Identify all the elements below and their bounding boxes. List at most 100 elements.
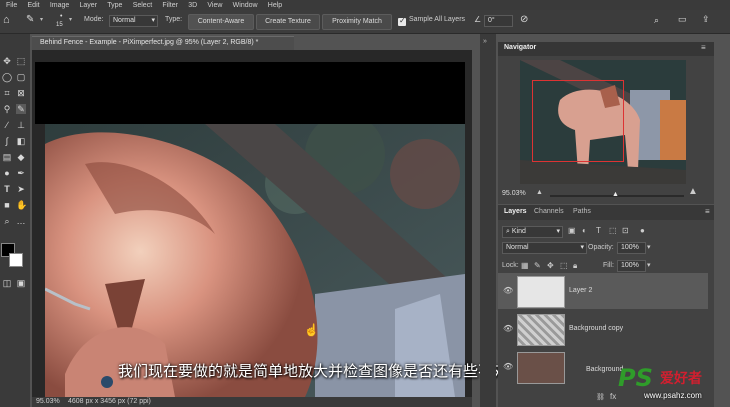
site-watermark: PS 爱好者 www.psahz.com <box>618 364 728 404</box>
zoom-slider-thumb[interactable]: ▲ <box>612 191 619 198</box>
zoom-in-icon[interactable]: ▲ <box>688 186 698 197</box>
blend-mode-value: Normal <box>506 244 529 251</box>
document-tab[interactable]: Behind Fence - Example - PiXimperfect.jp… <box>32 36 294 51</box>
sample-all-layers-label: Sample All Layers <box>409 16 466 23</box>
angle-field[interactable]: 0° <box>484 15 513 27</box>
layer-thumbnail <box>517 276 565 308</box>
opacity-chevron-icon[interactable]: ▾ <box>647 243 651 251</box>
filter-adjustment-icon[interactable]: ◐ <box>582 226 587 235</box>
lock-label: Lock: <box>502 262 519 269</box>
layer-name[interactable]: Background copy <box>569 325 623 332</box>
opacity-field[interactable]: 100% <box>617 242 646 254</box>
eraser-tool-icon[interactable]: ◧ <box>16 136 26 146</box>
document-image[interactable] <box>45 124 465 397</box>
add-layer-style-icon[interactable]: fx <box>610 392 616 401</box>
opacity-value: 100% <box>621 244 639 251</box>
filter-toggle-icon[interactable]: ● <box>640 226 645 235</box>
eye-icon[interactable]: 👁︎ <box>503 362 513 371</box>
navigator-view-box[interactable] <box>532 80 624 162</box>
create-texture-button[interactable]: Create Texture <box>256 14 320 30</box>
content-aware-button[interactable]: Content-Aware <box>188 14 254 30</box>
opacity-label: Opacity: <box>588 244 614 251</box>
tab-channels[interactable]: Channels <box>534 208 564 215</box>
zoom-tool-icon[interactable]: ⌕ <box>2 216 12 226</box>
tab-paths[interactable]: Paths <box>573 208 591 215</box>
background-color-swatch[interactable] <box>9 253 23 267</box>
pen-tool-icon[interactable]: ✒ <box>16 168 26 178</box>
tool-preset-chevron-icon[interactable]: ▾ <box>40 16 43 23</box>
options-bar: ⌂ ✎ ▾ 15 • ▾ Mode: Normal ▾ Type: Conten… <box>0 10 730 34</box>
eye-icon[interactable]: 👁︎ <box>503 286 513 295</box>
type-tool-icon[interactable]: T <box>2 184 12 194</box>
navigator-header: Navigator ≡ <box>498 42 714 56</box>
quick-mask-icon[interactable]: ◫ <box>2 278 12 288</box>
dog-photo-illustration <box>45 124 465 397</box>
angle-value: 0° <box>488 17 495 24</box>
brush-size-value[interactable]: 15 <box>56 22 63 28</box>
filter-pixel-icon[interactable]: ▣ <box>568 226 576 235</box>
rectangle-tool-icon[interactable]: ■ <box>2 200 12 210</box>
lock-position-icon[interactable]: ✥ <box>547 261 554 270</box>
mode-select[interactable]: Normal ▾ <box>109 15 158 27</box>
brush-tool-icon[interactable]: ∕ <box>2 120 12 130</box>
blend-mode-select[interactable]: Normal ▾ <box>502 242 587 254</box>
share-icon[interactable]: ⇪ <box>702 14 710 25</box>
brush-picker-chevron-icon[interactable]: ▾ <box>69 16 72 23</box>
layers-panel-menu-icon[interactable]: ≡ <box>705 207 710 216</box>
layer-link-icon[interactable]: ⛓ <box>596 393 605 401</box>
lock-artboard-icon[interactable]: ⬚ <box>560 261 568 270</box>
panel-menu-icon[interactable]: ≡ <box>701 43 706 52</box>
navigator-thumbnail[interactable] <box>520 60 686 184</box>
artboard-tool-icon[interactable]: ⬚ <box>16 56 26 66</box>
eye-icon[interactable]: 👁︎ <box>503 324 513 333</box>
layer-filter-kind[interactable]: ⌕ Kind ▾ <box>502 226 563 238</box>
document-tab-title: Behind Fence - Example - PiXimperfect.jp… <box>40 39 259 46</box>
marquee-tool-icon[interactable]: ▢ <box>16 72 26 82</box>
search-icon[interactable]: ⌕ <box>654 15 659 26</box>
mode-select-value: Normal <box>113 17 136 24</box>
lock-image-icon[interactable]: ✎ <box>534 261 541 270</box>
navigator-title[interactable]: Navigator <box>504 44 536 51</box>
path-selection-tool-icon[interactable]: ➤ <box>16 184 26 194</box>
chevron-down-icon: ▾ <box>151 17 155 24</box>
fill-chevron-icon[interactable]: ▾ <box>647 261 651 269</box>
healing-brush-tool-icon[interactable]: ✎ <box>26 14 34 25</box>
proximity-match-button[interactable]: Proximity Match <box>322 14 392 30</box>
navigator-zoom-value[interactable]: 95.03% <box>502 190 526 197</box>
status-zoom[interactable]: 95.03% <box>36 398 60 405</box>
fill-field[interactable]: 100% <box>617 260 646 272</box>
tab-layers[interactable]: Layers <box>504 208 527 215</box>
gradient-tool-icon[interactable]: ▤ <box>2 152 12 162</box>
lasso-tool-icon[interactable]: ◯ <box>2 72 12 82</box>
filter-smart-object-icon[interactable]: ⊡ <box>622 226 629 235</box>
canvas-black-band <box>35 62 465 124</box>
eyedropper-tool-icon[interactable]: ⚲ <box>2 104 12 114</box>
hand-cursor-icon: ☝ <box>304 323 319 337</box>
watermark-name: 爱好者 <box>660 371 702 387</box>
panel-collapse-icon[interactable]: » <box>483 38 487 45</box>
crop-tool-icon[interactable]: ⌗ <box>2 88 12 98</box>
screen-mode-icon[interactable]: ▣ <box>16 278 26 288</box>
lock-all-icon[interactable]: 🔒︎ <box>573 261 577 271</box>
history-brush-tool-icon[interactable]: ∫ <box>2 136 12 146</box>
frame-tool-icon[interactable]: ⊠ <box>16 88 26 98</box>
fill-value: 100% <box>621 262 639 269</box>
workspace-icon[interactable]: ▭ <box>678 14 687 25</box>
clone-stamp-tool-icon[interactable]: ⊥ <box>16 120 26 130</box>
filter-shape-icon[interactable]: ⬚ <box>609 226 617 235</box>
more-tools-icon[interactable]: … <box>16 216 26 226</box>
lock-transparent-icon[interactable]: ▦ <box>521 261 529 270</box>
filter-type-icon[interactable]: T <box>596 226 601 235</box>
pressure-size-icon[interactable]: ⊘ <box>520 14 528 25</box>
sample-all-layers-checkbox[interactable]: ✓ <box>398 16 406 26</box>
panel-icon-strip: » <box>480 34 496 407</box>
healing-brush-tool-icon[interactable]: ✎ <box>16 104 26 114</box>
tools-panel: ✥ ⬚ ◯ ▢ ⌗ ⊠ ⚲ ✎ ∕ ⊥ ∫ ◧ ▤ ◆ ● ✒ T ➤ ■ ✋ … <box>0 34 30 407</box>
move-tool-icon[interactable]: ✥ <box>2 56 12 66</box>
blur-tool-icon[interactable]: ◆ <box>16 152 26 162</box>
dodge-tool-icon[interactable]: ● <box>2 168 12 178</box>
zoom-out-icon[interactable]: ▲ <box>536 189 543 196</box>
home-icon[interactable]: ⌂ <box>3 14 10 26</box>
layer-name[interactable]: Layer 2 <box>569 287 592 294</box>
hand-tool-icon[interactable]: ✋ <box>16 200 27 210</box>
